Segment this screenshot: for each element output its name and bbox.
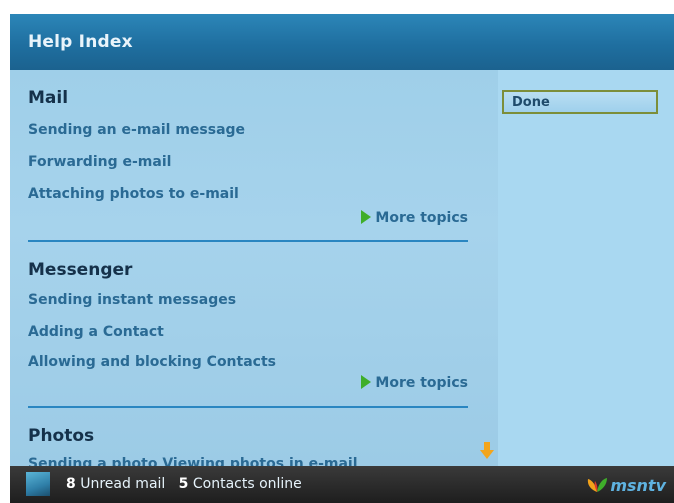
help-link-forwarding-email[interactable]: Forwarding e-mail — [28, 154, 171, 170]
title-bar: Help Index — [10, 14, 674, 70]
help-topics-pane[interactable]: Mail Sending an e-mail message Forwardin… — [10, 70, 498, 466]
section-heading-photos: Photos — [28, 426, 95, 446]
help-link-sending-photo[interactable]: Sending a photo Viewing photos in e-mail — [28, 456, 358, 466]
page-title: Help Index — [28, 32, 133, 52]
msntv-home-icon[interactable] — [26, 472, 50, 496]
section-divider — [28, 406, 468, 408]
section-divider — [28, 240, 468, 242]
more-topics-label: More topics — [375, 375, 468, 391]
section-heading-mail: Mail — [28, 88, 69, 108]
help-link-attaching-photos[interactable]: Attaching photos to e-mail — [28, 186, 239, 202]
help-link-sending-email[interactable]: Sending an e-mail message — [28, 122, 245, 138]
unread-label: Unread mail — [80, 476, 166, 492]
logo-text: msntv — [610, 475, 666, 495]
contacts-label: Contacts online — [192, 476, 302, 492]
more-topics-label: More topics — [375, 210, 468, 226]
green-play-arrow-icon — [361, 210, 372, 224]
content-area: Mail Sending an e-mail message Forwardin… — [10, 70, 674, 466]
unread-count: 8 — [66, 476, 76, 492]
msntv-logo: msntv — [586, 474, 666, 496]
status-bar: 8 Unread mail 5 Contacts online msntv — [10, 466, 674, 503]
contacts-count: 5 — [178, 476, 189, 492]
msntv-help-screen: Help Index Mail Sending an e-mail messag… — [0, 0, 674, 503]
msn-butterfly-icon — [588, 478, 608, 492]
section-heading-messenger: Messenger — [28, 260, 133, 280]
right-sidebar: Done — [498, 70, 674, 466]
status-summary[interactable]: 8 Unread mail 5 Contacts online — [66, 476, 302, 492]
help-link-instant-messages[interactable]: Sending instant messages — [28, 292, 236, 308]
more-topics-mail-link[interactable]: More topics — [361, 210, 468, 226]
help-link-adding-contact[interactable]: Adding a Contact — [28, 324, 164, 340]
help-link-allowing-blocking[interactable]: Allowing and blocking Contacts — [28, 354, 276, 370]
done-button[interactable]: Done — [502, 90, 658, 114]
more-topics-messenger-link[interactable]: More topics — [361, 375, 468, 391]
green-play-arrow-icon — [361, 375, 372, 389]
yellow-down-arrow-icon[interactable] — [480, 442, 494, 460]
